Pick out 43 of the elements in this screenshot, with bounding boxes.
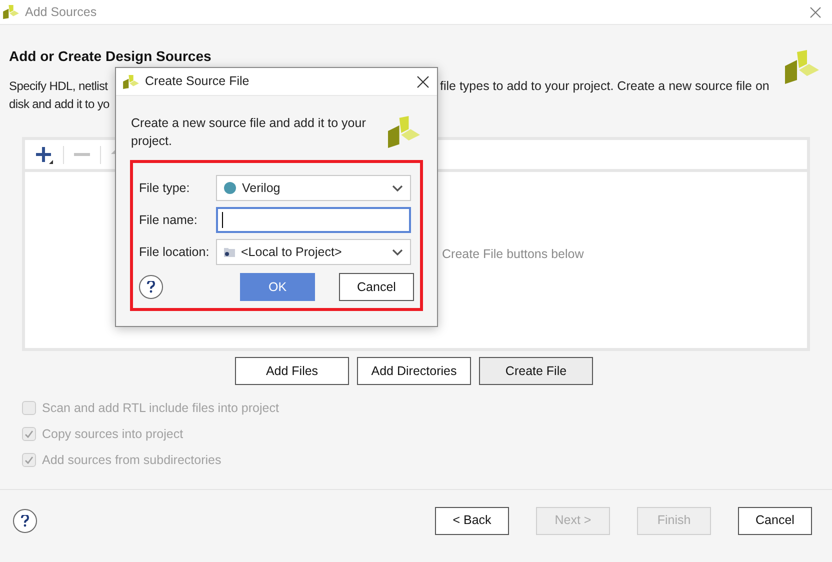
logo-icon [388, 116, 420, 148]
logo-icon [3, 5, 19, 19]
footer-button[interactable]: < Back [435, 506, 509, 534]
description-text: file types to add to your project. Create a new source file on [440, 78, 770, 95]
dialog-button[interactable]: OK [240, 273, 315, 301]
folder-icon [224, 247, 235, 257]
dropdown[interactable]: Verilog [216, 175, 411, 201]
logo-icon [785, 50, 819, 84]
plus-icon [35, 146, 53, 164]
list-action-button[interactable]: Create File [479, 357, 593, 385]
field-label: File location: [139, 244, 210, 261]
minus-icon [74, 152, 90, 156]
list-hint-text: Create File buttons below [442, 246, 584, 263]
help-button[interactable] [139, 275, 163, 299]
list-action-button[interactable]: Add Files [235, 357, 349, 385]
dialog-title: Create Source File [145, 73, 250, 90]
dropdown[interactable]: <Local to Project> [216, 239, 411, 265]
field-label: File type: [139, 180, 191, 197]
page-heading: Add or Create Design Sources [9, 47, 212, 66]
dialog-button[interactable]: Cancel [339, 273, 414, 301]
window-title: Add Sources [25, 4, 98, 21]
close-icon [810, 6, 820, 18]
description-text: disk and add it to yo [9, 97, 110, 111]
field-label: File name: [139, 212, 198, 229]
file-name-field[interactable] [216, 207, 411, 233]
description-text: Specify HDL, netlist [9, 79, 108, 93]
add-button[interactable] [35, 146, 53, 164]
option-label: Copy sources into project [42, 426, 184, 443]
checkmark-icon [24, 455, 34, 465]
help-button[interactable] [13, 508, 37, 532]
question-icon [21, 514, 29, 526]
chevron-down-icon [392, 248, 403, 256]
close-button[interactable] [416, 74, 430, 88]
checkmark-icon [24, 429, 34, 439]
question-icon [147, 281, 155, 293]
dialog-intro-text: Create a new source file and add it to your project. [131, 115, 367, 150]
option-label: Scan and add RTL include files into project [42, 400, 279, 417]
footer-button[interactable]: Cancel [738, 506, 812, 534]
chevron-down-icon [392, 184, 403, 192]
close-icon [417, 76, 429, 88]
logo-icon [123, 74, 139, 88]
option-label: Add sources from subdirectories [42, 452, 222, 469]
list-action-button[interactable]: Add Directories [357, 357, 471, 385]
